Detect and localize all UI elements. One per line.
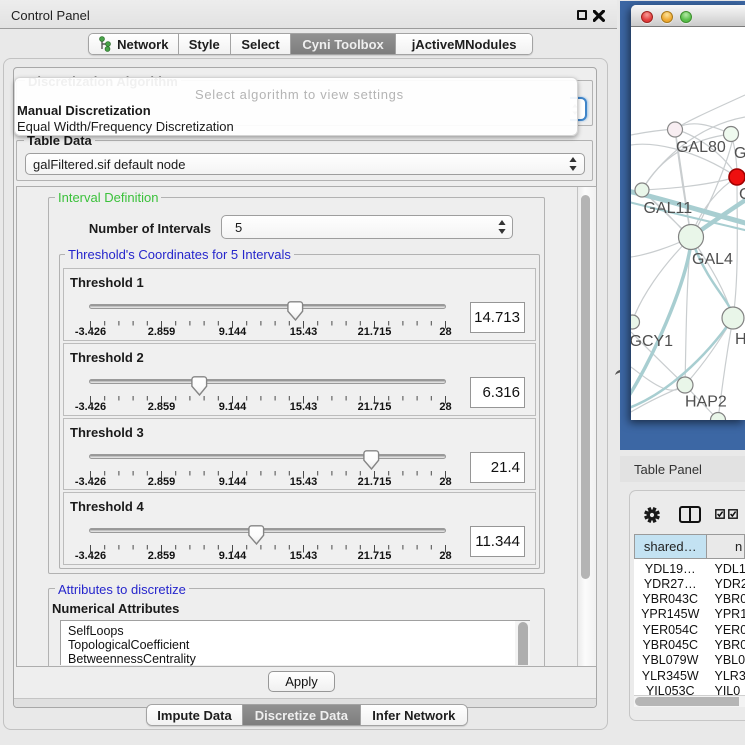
svg-text:GAL80: GAL80 <box>676 139 726 156</box>
svg-text:GCY1: GCY1 <box>631 333 673 350</box>
svg-text:HAP2: HAP2 <box>685 394 727 411</box>
svg-text:GAL11: GAL11 <box>644 200 693 217</box>
svg-text:CRP: CRP <box>739 186 745 203</box>
svg-text:GAL4: GAL4 <box>692 251 733 268</box>
svg-text:GAL3: GAL3 <box>734 145 745 162</box>
svg-text:HIS: HIS <box>735 331 745 348</box>
